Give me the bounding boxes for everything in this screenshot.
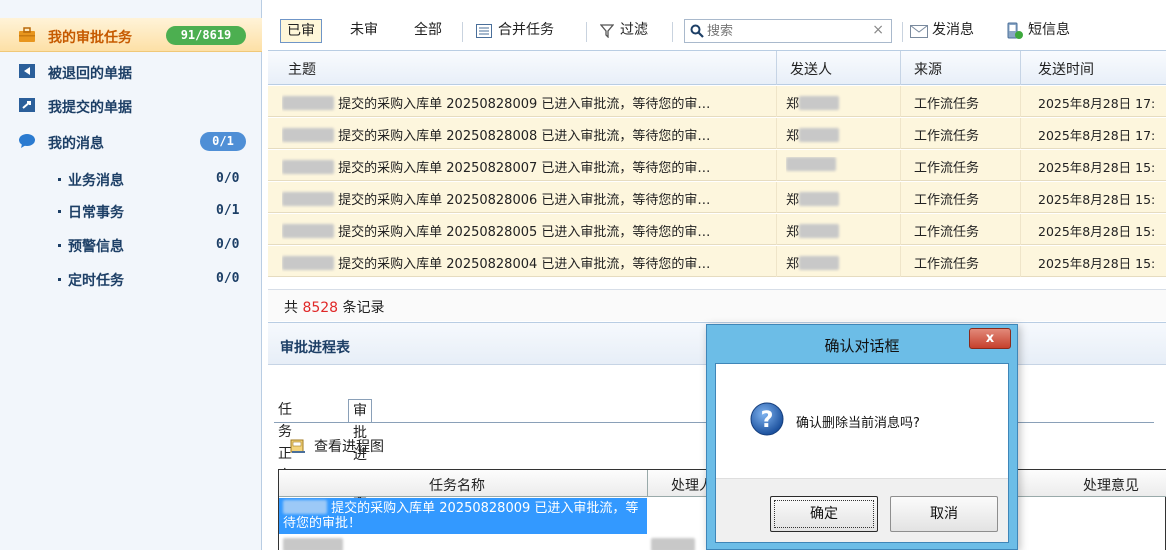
submit-doc-icon bbox=[19, 98, 35, 112]
sidebar-subitem-business-messages[interactable]: 业务消息 0/0 bbox=[0, 162, 262, 194]
message-count-badge: 0/1 bbox=[200, 132, 246, 151]
column-header-handler[interactable]: 处理人 bbox=[671, 475, 711, 495]
table-row[interactable]: 提交的采购入库单 20250828009 已进入审批流，等待您的审… 郑 工作流… bbox=[268, 86, 1166, 117]
sidebar-item-label: 我的消息 bbox=[48, 136, 104, 152]
search-icon bbox=[690, 24, 704, 38]
briefcase-icon bbox=[19, 27, 35, 42]
flow-chart-icon bbox=[290, 439, 305, 453]
dialog-footer: 确定 取消 bbox=[716, 478, 1008, 542]
sidebar-item-my-approval-tasks[interactable]: 我的审批任务 91/8619 bbox=[0, 18, 262, 52]
sidebar-subitem-warnings[interactable]: 预警信息 0/0 bbox=[0, 228, 262, 260]
cancel-button[interactable]: 取消 bbox=[890, 496, 998, 532]
record-count: 共 8528 条记录 bbox=[284, 300, 385, 316]
grid-footer: 共 8528 条记录 bbox=[268, 289, 1166, 321]
column-header-subject[interactable]: 主题 bbox=[288, 59, 316, 79]
close-button[interactable]: x bbox=[969, 328, 1011, 349]
dialog-body: ? 确认删除当前消息吗? 确定 取消 bbox=[715, 363, 1009, 543]
tab-approval-progress[interactable]: 审批进程表 bbox=[348, 399, 372, 507]
table-row[interactable]: 提交的采购入库单 20250828008 已进入审批流，等待您的审… 郑 工作流… bbox=[268, 118, 1166, 149]
filter-all-button[interactable]: 全部 bbox=[414, 19, 442, 43]
column-header-sender[interactable]: 发送人 bbox=[790, 59, 832, 79]
table-row[interactable]: 提交的采购入库单 20250828006 已进入审批流，等待您的审… 郑 工作流… bbox=[268, 182, 1166, 213]
clear-search-button[interactable]: × bbox=[872, 22, 884, 38]
question-icon: ? bbox=[750, 402, 784, 436]
sidebar-item-returned-docs[interactable]: 被退回的单据 bbox=[0, 54, 262, 88]
envelope-icon bbox=[910, 25, 928, 38]
column-header-send-time[interactable]: 发送时间 bbox=[1038, 59, 1094, 79]
funnel-icon bbox=[600, 24, 614, 38]
ok-button[interactable]: 确定 bbox=[770, 496, 878, 532]
confirm-dialog: 确认对话框 x ? 确认删除当前消息吗? 确定 取消 bbox=[706, 324, 1018, 550]
filter-approved-button[interactable]: 已审 bbox=[280, 19, 322, 43]
sidebar-subitem-scheduled-tasks[interactable]: 定时任务 0/0 bbox=[0, 262, 262, 294]
table-row-selected[interactable]: 提交的采购入库单 20250828009 已进入审批流，等待您的审批！ bbox=[279, 498, 647, 534]
sidebar-subitem-daily-affairs[interactable]: 日常事务 0/1 bbox=[0, 194, 262, 226]
table-row[interactable]: 提交的采购入库单 20250828004 已进入审批流，等待您的审… 郑 工作流… bbox=[268, 246, 1166, 277]
approval-task-grid: 主题 发送人 来源 发送时间 提交的采购入库单 20250828009 已进入审… bbox=[268, 50, 1166, 321]
chat-bubble-icon bbox=[19, 134, 35, 148]
sidebar-item-submitted-docs[interactable]: 我提交的单据 bbox=[0, 88, 262, 122]
dialog-message: 确认删除当前消息吗? bbox=[796, 416, 920, 431]
task-count-badge: 91/8619 bbox=[166, 26, 246, 45]
table-row[interactable] bbox=[279, 534, 695, 550]
sidebar-item-label: 我提交的单据 bbox=[48, 100, 132, 116]
sidebar: 我的审批任务 91/8619 被退回的单据 我提交的单据 我的消息 0/1 业务… bbox=[0, 0, 262, 550]
table-row[interactable]: 提交的采购入库单 20250828007 已进入审批流，等待您的审… 工作流任务… bbox=[268, 150, 1166, 181]
sidebar-item-my-messages[interactable]: 我的消息 0/1 bbox=[0, 124, 262, 158]
table-row[interactable]: 提交的采购入库单 20250828005 已进入审批流，等待您的审… 郑 工作流… bbox=[268, 214, 1166, 245]
svg-text:?: ? bbox=[761, 408, 774, 433]
column-header-task-name[interactable]: 任务名称 bbox=[429, 475, 485, 495]
grid-header: 主题 发送人 来源 发送时间 bbox=[268, 51, 1166, 85]
toolbar: 已审 未审 全部 合并任务 过滤 × 发消息 bbox=[268, 14, 1166, 48]
dialog-title-bar[interactable]: 确认对话框 x bbox=[707, 325, 1017, 361]
column-header-source[interactable]: 来源 bbox=[914, 59, 942, 79]
search-input[interactable] bbox=[707, 22, 867, 40]
panel-title: 审批进程表 bbox=[280, 340, 350, 356]
column-header-opinion[interactable]: 处理意见 bbox=[1083, 475, 1139, 495]
return-doc-icon bbox=[19, 64, 35, 78]
search-box[interactable]: × bbox=[684, 19, 892, 43]
sidebar-item-label: 我的审批任务 bbox=[48, 30, 132, 46]
list-icon bbox=[476, 24, 492, 38]
filter-pending-button[interactable]: 未审 bbox=[350, 19, 378, 43]
phone-message-icon bbox=[1007, 22, 1023, 39]
tab-task-body[interactable]: 任务正文 bbox=[274, 399, 296, 484]
sidebar-item-label: 被退回的单据 bbox=[48, 66, 132, 82]
